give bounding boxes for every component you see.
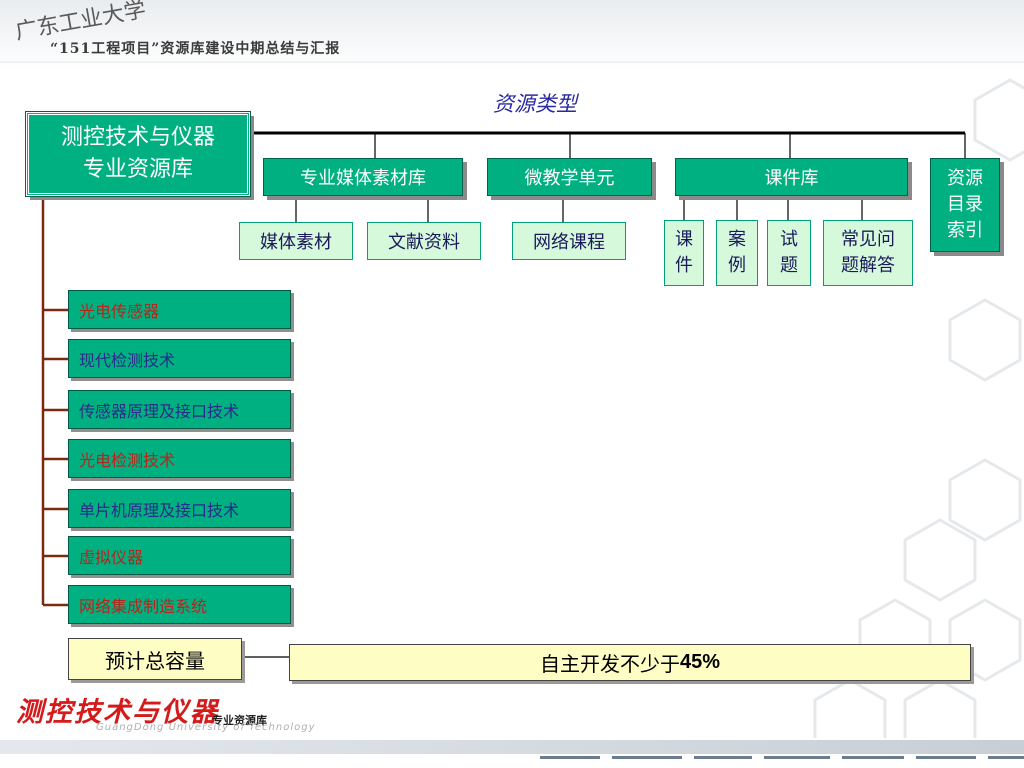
sub-faq: 常见问 题解答 [823,220,913,286]
root-node: 测控技术与仪器 专业资源库 [25,111,251,197]
course-item-label: 传感器原理及接口技术 [79,401,240,421]
capacity-value-number: 45% [679,651,721,673]
course-item-label: 光电检测技术 [79,450,176,470]
course-item-label: 虚拟仪器 [79,547,144,567]
course-item: 单片机原理及接口技术 [68,489,291,528]
sub-online-course-label: 网络课程 [533,232,605,253]
diagram-title: 资源类型 [493,92,577,116]
capacity-value-box: 自主开发不少于 45% [289,644,971,681]
project-subtitle: “151工程项目”资源库建设中期总结与汇报 [50,41,341,57]
sub-faq-line1: 常见问 [841,229,895,250]
course-item: 网络集成制造系统 [68,585,291,624]
category-micro-unit: 微教学单元 [487,158,652,196]
course-item: 光电传感器 [68,290,291,329]
sub-document-material-label: 文献资料 [388,232,460,253]
sub-case-line2: 例 [728,255,746,276]
sub-exam-line1: 试 [780,229,798,250]
sub-online-course: 网络课程 [512,222,626,260]
capacity-value-prefix: 自主开发不少于 [539,652,680,676]
sub-media-material: 媒体素材 [239,222,353,260]
category-media-library: 专业媒体素材库 [263,158,463,196]
index-line1: 资源 [947,168,983,189]
index-line3: 索引 [947,220,983,241]
course-item-label: 光电传感器 [79,301,160,321]
index-line2: 目录 [947,194,983,215]
course-item: 现代检测技术 [68,339,291,378]
sub-case: 案 例 [716,220,758,286]
sub-courseware-line2: 件 [675,255,693,276]
course-item-label: 现代检测技术 [79,350,176,370]
capacity-label: 预计总容量 [105,648,205,673]
root-line1: 测控技术与仪器 [60,125,215,150]
root-line2: 专业资源库 [82,157,193,182]
course-item-label: 网络集成制造系统 [79,596,208,616]
sub-case-line1: 案 [728,229,746,250]
course-item-label: 单片机原理及接口技术 [79,500,240,520]
footer-university-english: GuangDong University of Technology [96,722,316,733]
sub-faq-line2: 题解答 [841,255,895,276]
capacity-label-box: 预计总容量 [68,638,242,680]
sub-courseware: 课 件 [664,220,704,286]
sub-media-material-label: 媒体素材 [260,232,332,253]
sub-courseware-line1: 课 [675,229,693,250]
sub-exam: 试 题 [767,220,811,286]
course-item: 传感器原理及接口技术 [68,390,291,429]
course-item: 光电检测技术 [68,439,291,478]
category-resource-index: 资源 目录 索引 [930,158,1000,252]
sub-exam-line2: 题 [780,255,798,276]
category-courseware-library: 课件库 [675,158,908,196]
sub-document-material: 文献资料 [367,222,481,260]
course-item: 虚拟仪器 [68,536,291,575]
category-micro-label: 微教学单元 [524,168,615,189]
category-media-label: 专业媒体素材库 [300,168,426,189]
category-courseware-label: 课件库 [764,168,819,189]
